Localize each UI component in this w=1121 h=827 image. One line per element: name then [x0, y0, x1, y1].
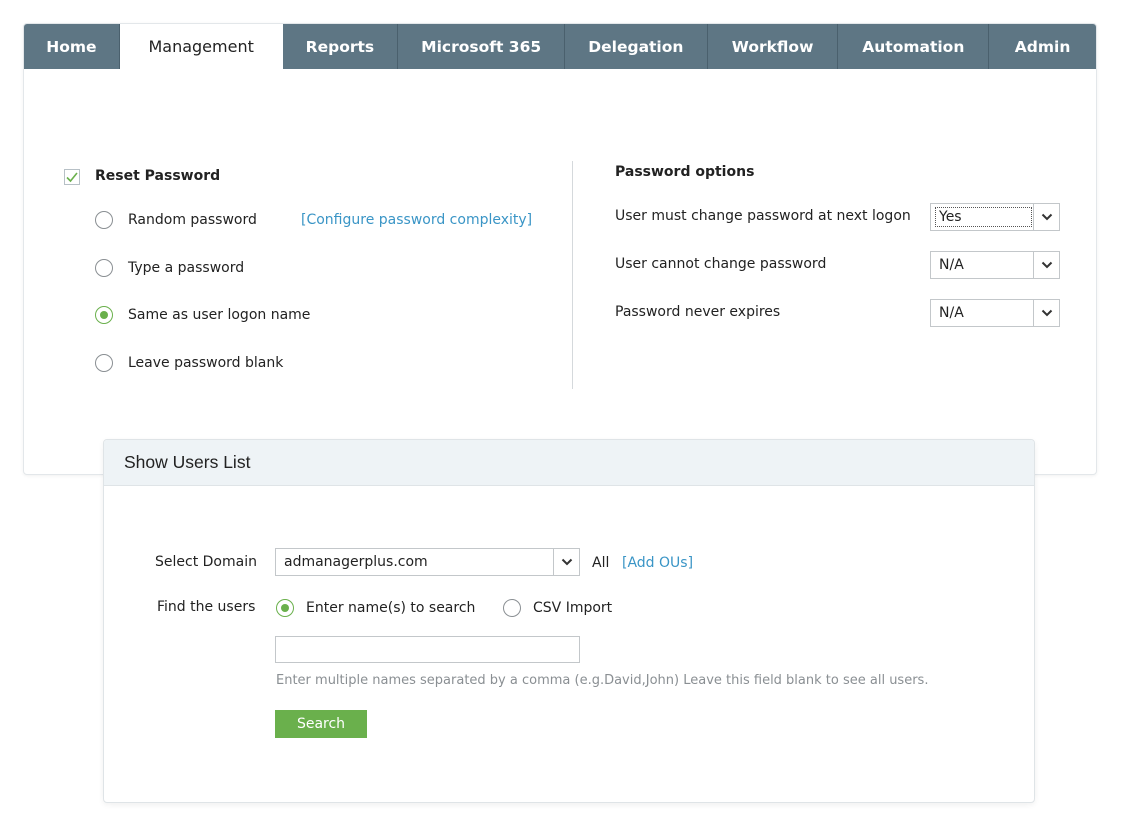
- must-change-password-value: Yes: [934, 206, 1033, 228]
- tab-workflow[interactable]: Workflow: [708, 24, 839, 69]
- radio-enter-names[interactable]: [276, 599, 294, 617]
- password-never-expires-label: Password never expires: [615, 304, 781, 320]
- show-users-list-dialog: Show Users List Select Domain admanagerp…: [103, 439, 1035, 803]
- csv-import-label: CSV Import: [533, 600, 613, 616]
- enter-names-label: Enter name(s) to search: [306, 600, 476, 616]
- names-search-input[interactable]: [275, 636, 580, 663]
- random-password-label: Random password: [128, 212, 257, 228]
- main-tab-bar: Home Management Reports Microsoft 365 De…: [24, 24, 1096, 69]
- cannot-change-password-value: N/A: [939, 257, 964, 273]
- tab-reports[interactable]: Reports: [283, 24, 399, 69]
- password-options-title: Password options: [615, 164, 755, 180]
- type-password-label: Type a password: [128, 260, 245, 276]
- radio-selected-dot: [281, 604, 289, 612]
- search-button[interactable]: Search: [275, 710, 367, 738]
- add-ous-link[interactable]: [Add OUs]: [622, 555, 693, 571]
- chevron-down-icon: [1033, 252, 1059, 278]
- domain-value: admanagerplus.com: [284, 554, 428, 570]
- reset-password-label: Reset Password: [95, 168, 221, 184]
- radio-same-as-logon-name[interactable]: [95, 306, 113, 324]
- reset-password-checkbox[interactable]: [64, 169, 80, 185]
- radio-leave-blank[interactable]: [95, 354, 113, 372]
- find-users-label: Find the users: [157, 599, 256, 615]
- check-icon: [66, 172, 78, 183]
- domain-select[interactable]: admanagerplus.com: [275, 548, 580, 576]
- all-label: All: [592, 555, 610, 571]
- chevron-down-icon: [1033, 204, 1059, 230]
- chevron-down-icon: [553, 549, 579, 575]
- dialog-title: Show Users List: [104, 440, 1034, 486]
- tab-microsoft-365[interactable]: Microsoft 365: [398, 24, 565, 69]
- configure-password-complexity-link[interactable]: [Configure password complexity]: [301, 212, 532, 228]
- select-domain-label: Select Domain: [155, 554, 257, 570]
- reset-password-panel: Home Management Reports Microsoft 365 De…: [23, 23, 1097, 475]
- tab-admin[interactable]: Admin: [989, 24, 1096, 69]
- radio-selected-dot: [100, 311, 108, 319]
- password-never-expires-value: N/A: [939, 305, 964, 321]
- password-never-expires-select[interactable]: N/A: [930, 299, 1060, 327]
- must-change-password-select[interactable]: Yes: [930, 203, 1060, 231]
- radio-random-password[interactable]: [95, 211, 113, 229]
- cannot-change-password-label: User cannot change password: [615, 256, 827, 272]
- radio-type-password[interactable]: [95, 259, 113, 277]
- tab-home[interactable]: Home: [24, 24, 120, 69]
- tab-delegation[interactable]: Delegation: [565, 24, 708, 69]
- leave-blank-label: Leave password blank: [128, 355, 284, 371]
- radio-csv-import[interactable]: [503, 599, 521, 617]
- tab-automation[interactable]: Automation: [838, 24, 990, 69]
- must-change-password-label: User must change password at next logon: [615, 208, 911, 224]
- search-hint-text: Enter multiple names separated by a comm…: [276, 673, 929, 688]
- same-as-logon-label: Same as user logon name: [128, 307, 311, 323]
- chevron-down-icon: [1033, 300, 1059, 326]
- tab-management[interactable]: Management: [119, 24, 283, 69]
- column-divider: [572, 161, 573, 389]
- cannot-change-password-select[interactable]: N/A: [930, 251, 1060, 279]
